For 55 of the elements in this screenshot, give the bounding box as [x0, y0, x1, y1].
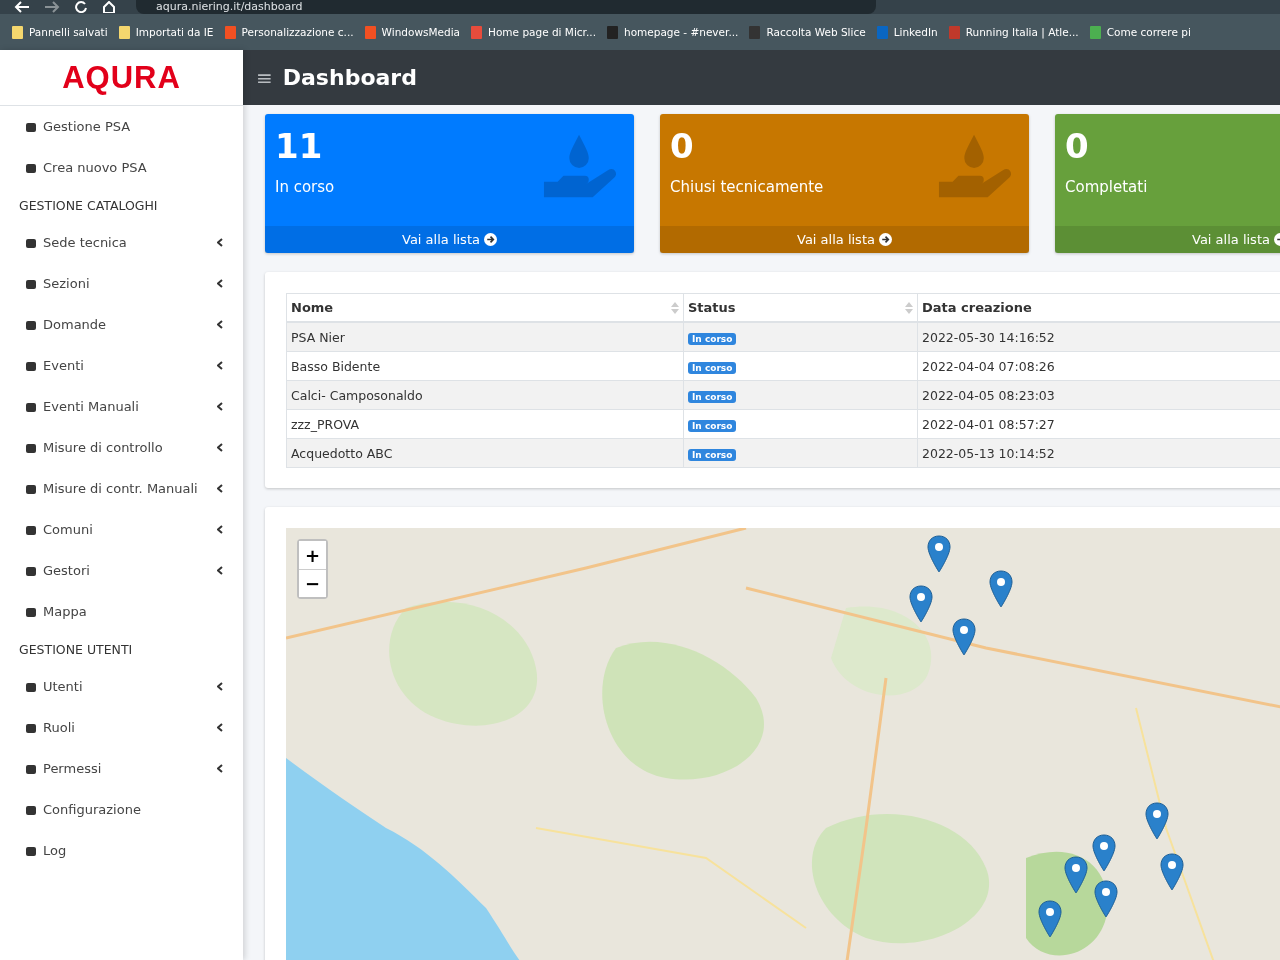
section-heading: GESTIONE CATALOGHI: [18, 197, 159, 215]
table-cell: Calci- Camposonaldo: [286, 380, 684, 410]
stat-count: 0: [1065, 126, 1090, 166]
sidebar-item[interactable]: Comuni: [43, 522, 217, 537]
bookmark-link[interactable]: Running Italia | Atle...: [948, 25, 1079, 39]
stat-label: Completati: [1065, 178, 1149, 196]
sidebar-item[interactable]: Crea nuovo PSA: [43, 160, 223, 175]
bookmark-link[interactable]: Pannelli salvati: [12, 25, 108, 39]
status-badge: In corso: [688, 390, 737, 403]
bookmark-link[interactable]: Home page di Micr...: [471, 25, 596, 39]
sidebar-item[interactable]: Domande: [43, 317, 217, 332]
sidebar-item[interactable]: Sezioni: [43, 276, 217, 291]
status-badge: In corso: [688, 448, 737, 461]
bookmark-link[interactable]: Importati da IE: [118, 25, 214, 39]
sidebar-item[interactable]: Eventi: [43, 358, 217, 373]
sidebar-item[interactable]: Permessi: [43, 761, 217, 776]
table-cell: 2022-05-30 14:16:52: [917, 322, 1280, 352]
table-cell: PSA Nier: [286, 322, 684, 352]
bookmark-link[interactable]: WindowsMedia: [364, 25, 461, 39]
stat-label: In corso: [275, 178, 336, 196]
sidebar-item[interactable]: Mappa: [43, 604, 223, 619]
page-title: Dashboard: [282, 65, 417, 90]
list-link[interactable]: Vai alla lista: [265, 226, 634, 253]
bookmark-link[interactable]: Personalizzazione c...: [224, 25, 354, 39]
sidebar-item[interactable]: Utenti: [43, 679, 217, 694]
sidebar-item[interactable]: Log: [43, 843, 223, 858]
sidebar-item[interactable]: Gestori: [43, 563, 217, 578]
stat-count: 11: [275, 126, 324, 166]
sidebar-item[interactable]: Configurazione: [43, 802, 223, 817]
status-badge: In corso: [688, 332, 737, 345]
table-cell: Acquedotto ABC: [286, 438, 684, 468]
list-link[interactable]: Vai alla lista: [1055, 226, 1280, 253]
status-badge: In corso: [688, 361, 737, 374]
bookmark-link[interactable]: homepage - #never...: [607, 25, 739, 39]
table-cell: zzz_PROVA: [286, 409, 684, 439]
stat-label: Chiusi tecnicamente: [670, 178, 825, 196]
stat-count: 0: [670, 126, 695, 166]
table-cell: 2022-04-05 08:23:03: [917, 380, 1280, 410]
sidebar-item[interactable]: Ruoli: [43, 720, 217, 735]
sidebar-item[interactable]: Eventi Manuali: [43, 399, 217, 414]
bookmark-link[interactable]: LinkedIn: [876, 25, 938, 39]
zoom-out-button[interactable]: −: [299, 569, 326, 597]
table-cell: 2022-05-13 10:14:52: [917, 438, 1280, 468]
status-badge: In corso: [688, 419, 737, 432]
address-field[interactable]: aqura.niering.it/dashboard: [136, 0, 876, 14]
bookmark-link[interactable]: Come correre pi: [1089, 25, 1191, 39]
sidebar-item[interactable]: Gestione PSA: [43, 119, 223, 134]
sidebar-item[interactable]: Misure di contr. Manuali: [43, 481, 217, 496]
section-heading: GESTIONE UTENTI: [18, 641, 134, 659]
menu-button[interactable]: ≡: [256, 65, 273, 90]
table-cell: Basso Bidente: [286, 351, 684, 381]
bookmark-link[interactable]: Raccolta Web Slice: [749, 25, 866, 39]
list-link[interactable]: Vai alla lista: [660, 226, 1029, 253]
sidebar-item[interactable]: Misure di controllo: [43, 440, 217, 455]
sidebar-item[interactable]: Sede tecnica: [43, 235, 217, 250]
